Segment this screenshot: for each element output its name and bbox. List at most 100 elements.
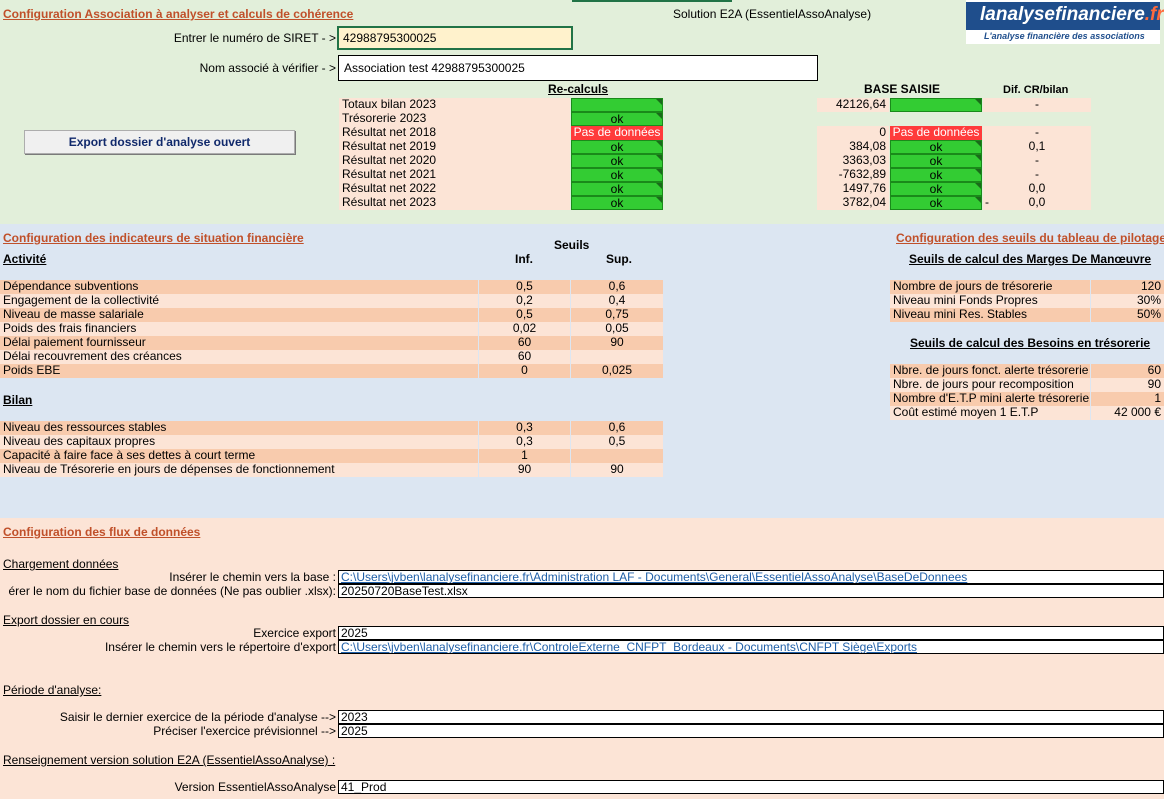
name-label: Nom associé à vérifier - > — [199, 61, 336, 75]
sup-label: Sup. — [606, 252, 632, 266]
siret-input[interactable]: 42988795300025 — [337, 26, 573, 50]
dif-cr-bilan-cell[interactable]: - — [983, 168, 1091, 182]
dif-cr-bilan-cell[interactable]: - 0,0 — [983, 196, 1091, 210]
pilotage-value[interactable]: 1 — [1091, 392, 1164, 406]
indicator-inf-value[interactable]: 60 — [479, 350, 570, 364]
base-saisie-status[interactable] — [890, 98, 982, 112]
base-saisie-value[interactable]: 42126,64 — [817, 98, 889, 112]
base-saisie-status[interactable]: ok — [890, 182, 982, 196]
dif-cr-bilan-cell[interactable]: - — [983, 126, 1091, 140]
base-saisie-value[interactable]: -7632,89 — [817, 168, 889, 182]
indicator-label: Capacité à faire face à ses dettes à cou… — [0, 449, 478, 463]
indicator-sup-value[interactable]: 0,6 — [571, 421, 663, 435]
indicator-inf-value[interactable]: 0,02 — [479, 322, 570, 336]
version-label: Version EssentielAssoAnalyse — [174, 780, 336, 794]
periode-label: Période d'analyse: — [3, 683, 102, 697]
chemin-base-input[interactable]: C:\Users\jvben\lanalysefinanciere.fr\Adm… — [338, 570, 1164, 584]
indicators-title: Configuration des indicateurs de situati… — [3, 231, 304, 245]
base-saisie-header: BASE SAISIE — [864, 82, 941, 96]
pilotage-value[interactable]: 60 — [1091, 364, 1164, 378]
indicator-sup-value[interactable]: 0,025 — [571, 364, 663, 378]
coherence-row-label: Totaux bilan 2023 — [339, 98, 570, 112]
pilotage-value[interactable]: 120 — [1091, 280, 1164, 294]
pilotage-label: Coût estimé moyen 1 E.T.P — [890, 406, 1090, 420]
logo-ext: .fr — [1144, 4, 1164, 25]
dernier-exercice-input[interactable]: 2023 — [338, 710, 1164, 724]
pilotage-value[interactable]: 50% — [1091, 308, 1164, 322]
indicator-sup-value[interactable]: 0,05 — [571, 322, 663, 336]
recalc-status-cell[interactable]: ok — [571, 168, 663, 182]
coherence-row-label: Résultat net 2018 — [339, 126, 570, 140]
base-saisie-status[interactable]: Pas de données — [890, 126, 982, 140]
coherence-row-label: Résultat net 2020 — [339, 154, 570, 168]
previsionnel-input[interactable]: 2025 — [338, 724, 1164, 738]
previsionnel-label: Préciser l'exercice prévisionnel --> — [153, 724, 336, 738]
active-cell-marker — [572, 0, 732, 2]
indicator-inf-value[interactable]: 0,3 — [479, 435, 570, 449]
dif-cr-bilan-cell[interactable]: - — [983, 98, 1091, 112]
base-saisie-value[interactable]: 3782,04 — [817, 196, 889, 210]
chargement-label: Chargement données — [3, 557, 119, 571]
dif-value: - — [1035, 126, 1039, 139]
indicator-inf-value[interactable]: 0,5 — [479, 280, 570, 294]
version-input[interactable]: 41_Prod — [338, 780, 1164, 794]
indicator-label: Délai recouvrement des créances — [0, 350, 478, 364]
recalc-status-cell[interactable]: ok — [571, 154, 663, 168]
indicator-label: Poids des frais financiers — [0, 322, 478, 336]
chemin-base-label: Insérer le chemin vers la base : — [169, 570, 336, 584]
dif-cr-bilan-cell[interactable]: 0,0 — [983, 182, 1091, 196]
pilotage-value[interactable]: 30% — [1091, 294, 1164, 308]
exercice-export-input[interactable]: 2025 — [338, 626, 1164, 640]
config-title: Configuration Association à analyser et … — [3, 7, 354, 21]
base-saisie-status[interactable]: ok — [890, 196, 982, 210]
logo-tagline: L'analyse financière des associations — [984, 31, 1145, 41]
recalc-status-cell[interactable] — [571, 98, 663, 112]
indicator-sup-value[interactable] — [571, 350, 663, 364]
dif-cr-bilan-cell[interactable]: 0,1 — [983, 140, 1091, 154]
indicator-sup-value[interactable]: 0,4 — [571, 294, 663, 308]
coherence-row-label: Résultat net 2019 — [339, 140, 570, 154]
dif-value: - — [1035, 154, 1039, 167]
base-saisie-value[interactable]: 1497,76 — [817, 182, 889, 196]
export-dossier-button-label: Export dossier d'analyse ouvert — [68, 135, 251, 149]
pilotage-label: Nombre d'E.T.P mini alerte trésorerie — [890, 392, 1090, 406]
indicator-inf-value[interactable]: 0,5 — [479, 308, 570, 322]
base-saisie-value[interactable]: 3363,03 — [817, 154, 889, 168]
indicator-sup-value[interactable]: 0,6 — [571, 280, 663, 294]
name-input[interactable]: Association test 42988795300025 — [338, 55, 818, 81]
base-saisie-status[interactable]: ok — [890, 140, 982, 154]
indicator-sup-value[interactable] — [571, 449, 663, 463]
chemin-base-link[interactable]: C:\Users\jvben\lanalysefinanciere.fr\Adm… — [341, 571, 967, 583]
recalc-header: Re-calculs — [548, 82, 609, 96]
pilotage-value[interactable]: 90 — [1091, 378, 1164, 392]
dif-header: Dif. CR/bilan — [1003, 84, 1069, 96]
coherence-row-label: Résultat net 2021 — [339, 168, 570, 182]
recalc-status-cell[interactable]: ok — [571, 182, 663, 196]
recalc-status-cell[interactable]: Pas de données — [571, 126, 663, 140]
coherence-row-label: Résultat net 2023 — [339, 196, 570, 210]
base-saisie-value[interactable]: 384,08 — [817, 140, 889, 154]
export-dossier-button[interactable]: Export dossier d'analyse ouvert — [24, 130, 295, 154]
chemin-export-input[interactable]: C:\Users\jvben\lanalysefinanciere.fr\Con… — [338, 640, 1164, 654]
fichier-input[interactable]: 20250720BaseTest.xlsx — [338, 584, 1164, 598]
recalc-status-cell[interactable]: ok — [571, 196, 663, 210]
indicator-label: Dépendance subventions — [0, 280, 478, 294]
base-saisie-value[interactable]: 0 — [817, 126, 889, 140]
chemin-export-link[interactable]: C:\Users\jvben\lanalysefinanciere.fr\Con… — [341, 641, 917, 653]
pilotage-value[interactable]: 42 000 € — [1091, 406, 1164, 420]
recalc-status-cell[interactable]: ok — [571, 112, 663, 126]
indicator-inf-value[interactable]: 0 — [479, 364, 570, 378]
indicator-inf-value[interactable]: 0,3 — [479, 421, 570, 435]
dif-cr-bilan-cell[interactable]: - — [983, 154, 1091, 168]
indicator-inf-value[interactable]: 1 — [479, 449, 570, 463]
indicator-sup-value[interactable]: 0,5 — [571, 435, 663, 449]
recalc-status-cell[interactable]: ok — [571, 140, 663, 154]
indicator-sup-value[interactable]: 90 — [571, 336, 663, 350]
indicator-sup-value[interactable]: 90 — [571, 463, 663, 477]
indicator-sup-value[interactable]: 0,75 — [571, 308, 663, 322]
base-saisie-status[interactable]: ok — [890, 168, 982, 182]
indicator-inf-value[interactable]: 60 — [479, 336, 570, 350]
indicator-inf-value[interactable]: 0,2 — [479, 294, 570, 308]
base-saisie-status[interactable]: ok — [890, 154, 982, 168]
indicator-inf-value[interactable]: 90 — [479, 463, 570, 477]
